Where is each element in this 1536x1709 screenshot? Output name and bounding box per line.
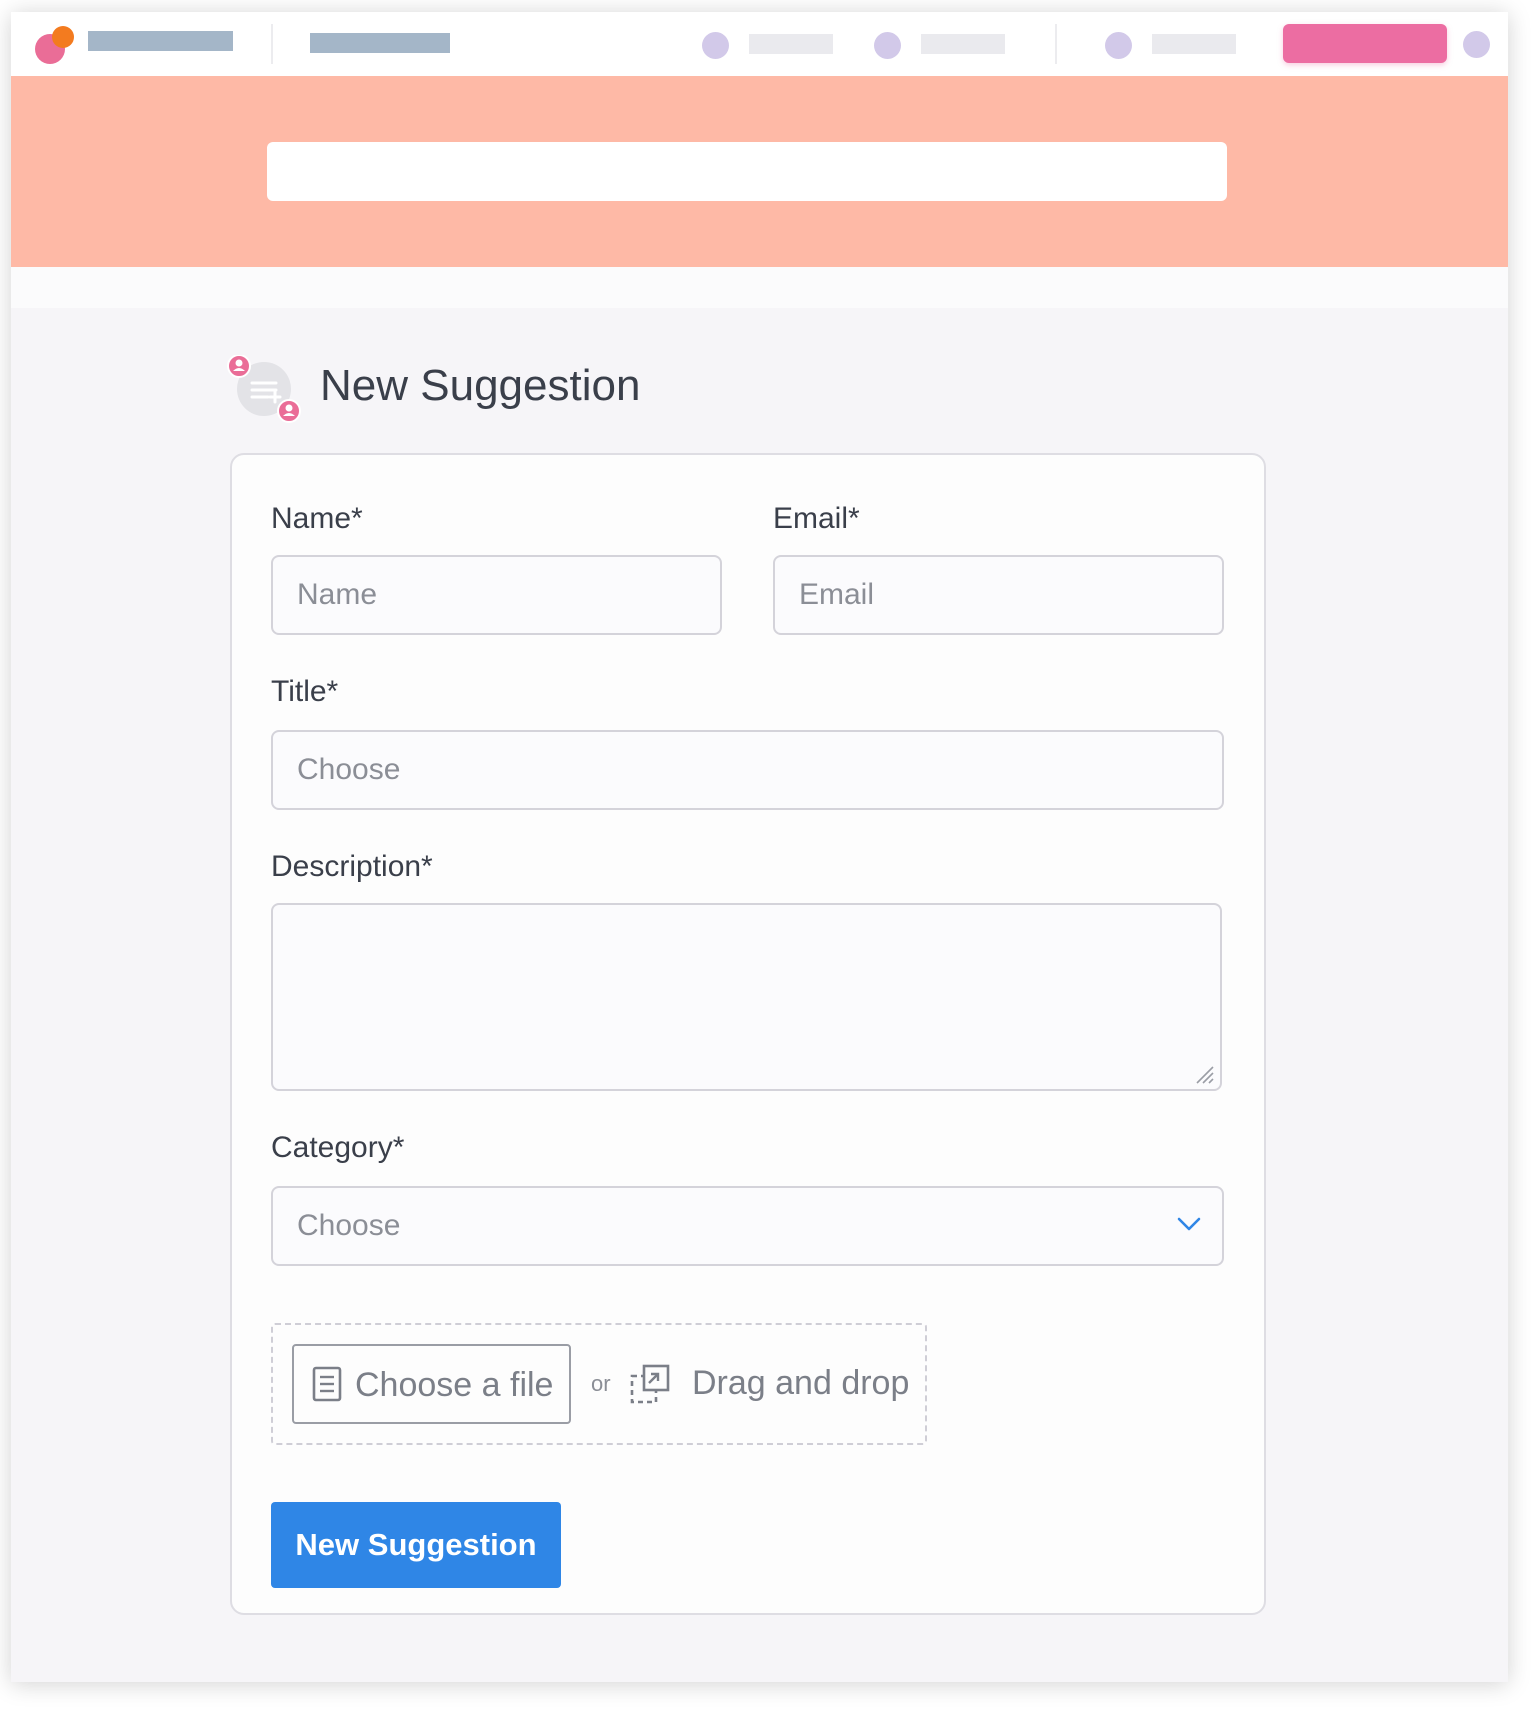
- nav-section-placeholder[interactable]: [310, 33, 450, 53]
- hero-banner: [11, 76, 1508, 267]
- choose-file-label: Choose a file: [355, 1366, 554, 1404]
- email-input[interactable]: [773, 555, 1224, 635]
- hero-divider-strip: [11, 267, 1508, 308]
- nav-item-icon: [702, 32, 729, 59]
- nav-item-placeholder[interactable]: [749, 34, 833, 54]
- nav-item-placeholder[interactable]: [1152, 34, 1236, 54]
- nav-item-placeholder[interactable]: [921, 34, 1005, 54]
- brand-logo[interactable]: [35, 26, 75, 66]
- drag-drop-icon: [629, 1363, 673, 1411]
- hero-search-bar[interactable]: [267, 142, 1227, 201]
- nav-brand-placeholder: [88, 31, 233, 51]
- nav-divider: [271, 24, 273, 64]
- app-window: New Suggestion Name* Email* Title* Descr…: [11, 12, 1508, 1682]
- page-title: New Suggestion: [320, 361, 641, 410]
- nav-item-icon: [874, 32, 901, 59]
- file-drop-zone[interactable]: Choose a file or Drag and drop: [271, 1323, 927, 1445]
- or-separator-text: or: [591, 1371, 611, 1396]
- resize-handle-icon[interactable]: [1193, 1063, 1215, 1085]
- nav-item-icon: [1105, 32, 1132, 59]
- top-navigation-bar: [11, 12, 1508, 76]
- title-label: Title*: [271, 675, 339, 708]
- title-input[interactable]: [271, 730, 1224, 810]
- user-avatar[interactable]: [1463, 31, 1490, 58]
- document-icon: [312, 1366, 342, 1406]
- nav-divider: [1055, 24, 1057, 64]
- description-textarea[interactable]: [271, 903, 1222, 1091]
- email-label: Email*: [773, 502, 860, 535]
- category-selected-value: Choose: [297, 1209, 401, 1242]
- new-suggestion-submit-button[interactable]: New Suggestion: [271, 1502, 561, 1588]
- drag-and-drop-label: Drag and drop: [692, 1364, 910, 1402]
- name-label: Name*: [271, 502, 363, 535]
- category-select[interactable]: Choose: [271, 1186, 1224, 1266]
- chevron-down-icon[interactable]: [1176, 1215, 1202, 1233]
- suggestion-chat-icon: [227, 354, 303, 425]
- name-input[interactable]: [271, 555, 722, 635]
- nav-cta-button[interactable]: [1283, 24, 1447, 63]
- suggestion-form-card: Name* Email* Title* Description* Categor…: [230, 453, 1266, 1615]
- logo-orange-blob: [52, 26, 74, 48]
- category-label: Category*: [271, 1131, 405, 1164]
- choose-file-button[interactable]: Choose a file: [292, 1344, 571, 1424]
- description-label: Description*: [271, 850, 433, 883]
